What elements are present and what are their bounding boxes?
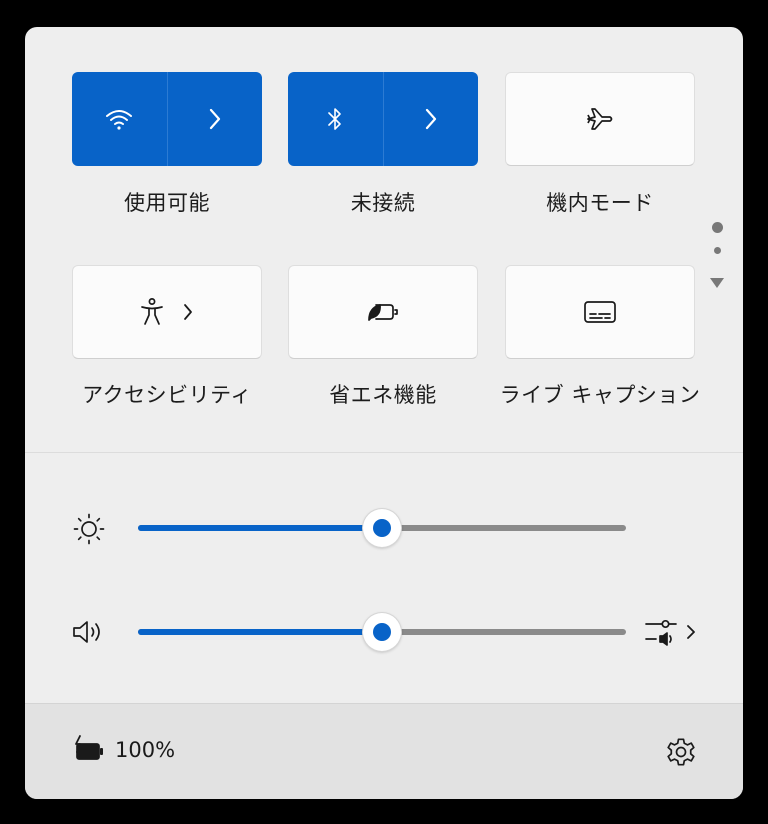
volume-slider-thumb[interactable] [363,613,401,651]
tile-label-accessibility: アクセシビリティ [82,383,252,407]
bluetooth-toggle-button[interactable] [288,72,383,166]
volume-slider[interactable] [138,613,626,651]
chevron-right-icon [182,303,194,321]
bluetooth-icon [327,106,343,132]
page-indicator[interactable] [714,247,721,254]
energy-saver-icon [366,300,400,324]
wifi-icon [105,107,133,131]
brightness-icon [73,513,105,545]
battery-percentage: 100% [115,738,176,762]
captions-icon [583,299,617,325]
tile-label-bluetooth: 未接続 [350,191,416,215]
quick-settings-panel: 使用可能 未接続 機内モード アクセシビリティ 省エネ機能 ライブ キャプション… [25,27,743,799]
brightness-slider-thumb[interactable] [363,509,401,547]
wifi-toggle-button[interactable] [72,72,167,166]
tile-live-captions[interactable] [505,265,695,359]
tile-bluetooth [288,72,478,166]
tile-accessibility[interactable] [72,265,262,359]
brightness-slider[interactable] [138,509,626,547]
gear-icon [665,736,697,768]
tile-label-wifi: 使用可能 [124,191,210,215]
page-down-icon[interactable] [709,277,725,289]
chevron-right-icon [424,108,438,130]
audio-output-button[interactable] [644,617,696,647]
brightness-slider-fill [138,525,382,531]
tile-airplane-mode[interactable] [505,72,695,166]
volume-slider-fill [138,629,382,635]
settings-button[interactable] [665,736,697,768]
chevron-right-icon [686,623,696,641]
bluetooth-expand-button[interactable] [384,72,479,166]
accessibility-icon [140,297,164,327]
wifi-expand-button[interactable] [168,72,263,166]
tile-wifi [72,72,262,166]
section-divider [25,452,743,453]
audio-mixer-icon [644,617,678,647]
tile-label-live-captions: ライブ キャプション [499,383,701,407]
airplane-icon [585,106,615,132]
speaker-icon[interactable] [71,617,105,647]
chevron-right-icon [208,108,222,130]
footer-bar: 100% [25,703,743,799]
battery-charging-icon[interactable] [73,735,105,763]
page-indicator-active[interactable] [712,222,723,233]
tile-label-energy-saver: 省エネ機能 [329,383,437,407]
tile-energy-saver[interactable] [288,265,478,359]
tile-label-airplane-mode: 機内モード [546,191,654,215]
